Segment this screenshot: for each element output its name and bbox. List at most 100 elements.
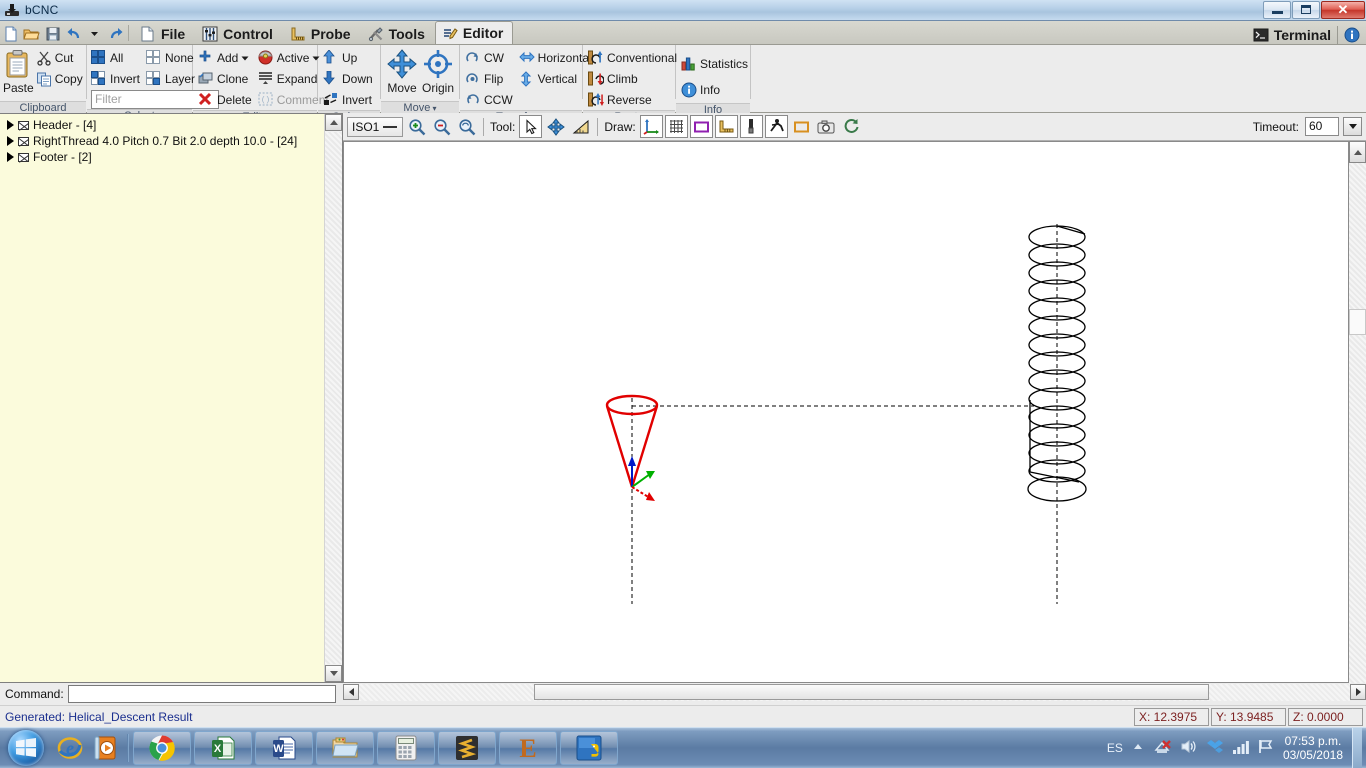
taskbtn-calculator[interactable] — [377, 731, 435, 765]
scroll-track[interactable] — [325, 132, 342, 664]
grid-button[interactable] — [664, 115, 688, 138]
order-invert-button[interactable]: Invert — [321, 89, 377, 110]
redo-icon[interactable] — [105, 23, 126, 44]
hscroll-left-button[interactable] — [343, 684, 359, 700]
rotate-cw-button[interactable]: CW — [463, 47, 517, 68]
statistics-button[interactable]: Statistics — [679, 51, 752, 77]
probe-button[interactable] — [714, 115, 738, 138]
volume-icon[interactable] — [1180, 739, 1197, 757]
tree-row-header[interactable]: Header - [4] — [2, 117, 324, 133]
conventional-button[interactable]: Conventional — [586, 47, 681, 68]
canvas-horizontal-scrollbar[interactable] — [343, 684, 1366, 701]
rotate-ccw-button[interactable]: CCW — [463, 89, 517, 110]
close-button[interactable]: ✕ — [1321, 0, 1365, 19]
info-button[interactable]: Info — [679, 77, 752, 103]
reverse-button[interactable]: Reverse — [586, 89, 681, 110]
tab-probe[interactable]: Probe — [283, 22, 361, 44]
origin-button[interactable]: Origin — [420, 47, 456, 101]
gcode-block-tree[interactable]: Header - [4] RightThread 4.0 Pitch 0.7 B… — [0, 113, 343, 683]
page-icon — [140, 26, 156, 42]
gcode-preview-canvas[interactable] — [343, 141, 1349, 683]
taskbtn-sublime[interactable] — [438, 731, 496, 765]
delete-button[interactable]: Delete — [196, 89, 256, 110]
gantry-ruler-button[interactable] — [569, 115, 592, 138]
hscroll-thumb[interactable] — [534, 684, 1209, 700]
hscroll-right-button[interactable] — [1350, 684, 1366, 700]
dropbox-icon[interactable] — [1206, 739, 1224, 758]
signal-bars-icon[interactable] — [1232, 740, 1249, 757]
command-input[interactable] — [67, 685, 336, 703]
tab-tools[interactable]: Tools — [361, 22, 435, 44]
clone-button[interactable]: Clone — [196, 68, 256, 89]
taskbtn-excel[interactable]: X — [194, 731, 252, 765]
select-all-button[interactable]: All — [89, 47, 144, 68]
expander-collapsed-icon[interactable] — [7, 120, 14, 130]
zoom-out-button[interactable] — [430, 115, 453, 138]
taskbtn-chrome[interactable] — [133, 731, 191, 765]
canvas-scroll-thumb[interactable] — [1349, 309, 1366, 335]
zoom-in-button[interactable] — [405, 115, 428, 138]
timeout-input[interactable]: 60 — [1305, 117, 1339, 136]
workarea-button[interactable] — [790, 115, 813, 138]
open-folder-icon[interactable] — [21, 23, 42, 44]
cut-button[interactable]: Cut — [34, 47, 87, 68]
select-pointer-button[interactable] — [519, 115, 543, 138]
minimize-button[interactable] — [1263, 0, 1291, 19]
select-none-button[interactable]: None — [144, 47, 199, 68]
info-icon[interactable] — [1344, 27, 1360, 43]
maximize-button[interactable] — [1292, 0, 1320, 19]
order-down-button[interactable]: Down — [321, 68, 377, 89]
tab-control[interactable]: Control — [195, 22, 283, 44]
add-button[interactable]: Add — [196, 47, 256, 68]
hscroll-track[interactable] — [359, 684, 1350, 701]
tree-vertical-scrollbar[interactable] — [324, 114, 342, 682]
canvas-scroll-up-button[interactable] — [1349, 141, 1366, 163]
climb-button[interactable]: Climb — [586, 68, 681, 89]
endmill-button[interactable] — [739, 115, 763, 138]
zoom-fit-button[interactable] — [455, 115, 478, 138]
camera-button[interactable] — [815, 115, 838, 138]
taskbtn-python[interactable] — [560, 731, 618, 765]
copy-button[interactable]: Copy — [34, 68, 87, 89]
language-indicator[interactable]: ES — [1107, 741, 1123, 755]
internet-explorer-icon[interactable]: e — [53, 731, 87, 765]
tree-row-rightthread[interactable]: RightThread 4.0 Pitch 0.7 Bit 2.0 depth … — [2, 133, 324, 149]
expander-collapsed-icon[interactable] — [7, 136, 14, 146]
clock[interactable]: 07:53 p.m. 03/05/2018 — [1283, 734, 1343, 762]
view-mode-selector[interactable]: ISO1 — [347, 116, 403, 137]
axes-button[interactable] — [639, 115, 663, 138]
select-layer-button[interactable]: Layer — [144, 68, 199, 89]
chevron-down-icon[interactable] — [241, 51, 249, 65]
undo-dropdown-icon[interactable] — [84, 23, 105, 44]
undo-icon[interactable] — [63, 23, 84, 44]
network-disconnected-icon[interactable] — [1153, 739, 1171, 758]
show-desktop-button[interactable] — [1352, 727, 1362, 768]
action-flag-icon[interactable] — [1258, 739, 1274, 757]
move-button[interactable]: Move — [384, 47, 420, 101]
show-hidden-icons-icon[interactable] — [1132, 741, 1144, 756]
paths-button[interactable] — [764, 115, 788, 138]
timeout-dropdown-button[interactable] — [1343, 117, 1362, 136]
expander-collapsed-icon[interactable] — [7, 152, 14, 162]
paste-button[interactable]: Paste — [3, 47, 34, 101]
save-icon[interactable] — [42, 23, 63, 44]
taskbtn-explorer[interactable] — [316, 731, 374, 765]
tree-row-footer[interactable]: Footer - [2] — [2, 149, 324, 165]
start-button[interactable] — [3, 729, 49, 767]
margin-button[interactable] — [689, 115, 713, 138]
media-player-icon[interactable] — [89, 731, 123, 765]
scroll-down-button[interactable] — [325, 665, 342, 682]
select-invert-button[interactable]: Invert — [89, 68, 144, 89]
canvas-vertical-scrollbar[interactable] — [1349, 141, 1366, 683]
tab-editor[interactable]: Editor — [434, 21, 514, 44]
taskbtn-word[interactable]: W — [255, 731, 313, 765]
tab-terminal[interactable]: Terminal — [1253, 27, 1331, 43]
taskbtn-editor[interactable]: E — [499, 731, 557, 765]
new-file-icon[interactable] — [0, 23, 21, 44]
flip-button[interactable]: Flip — [463, 68, 517, 89]
order-up-button[interactable]: Up — [321, 47, 377, 68]
reset-button[interactable] — [840, 115, 863, 138]
tab-file[interactable]: File — [133, 22, 195, 44]
pan-move-button[interactable] — [544, 115, 567, 138]
scroll-up-button[interactable] — [325, 114, 342, 131]
